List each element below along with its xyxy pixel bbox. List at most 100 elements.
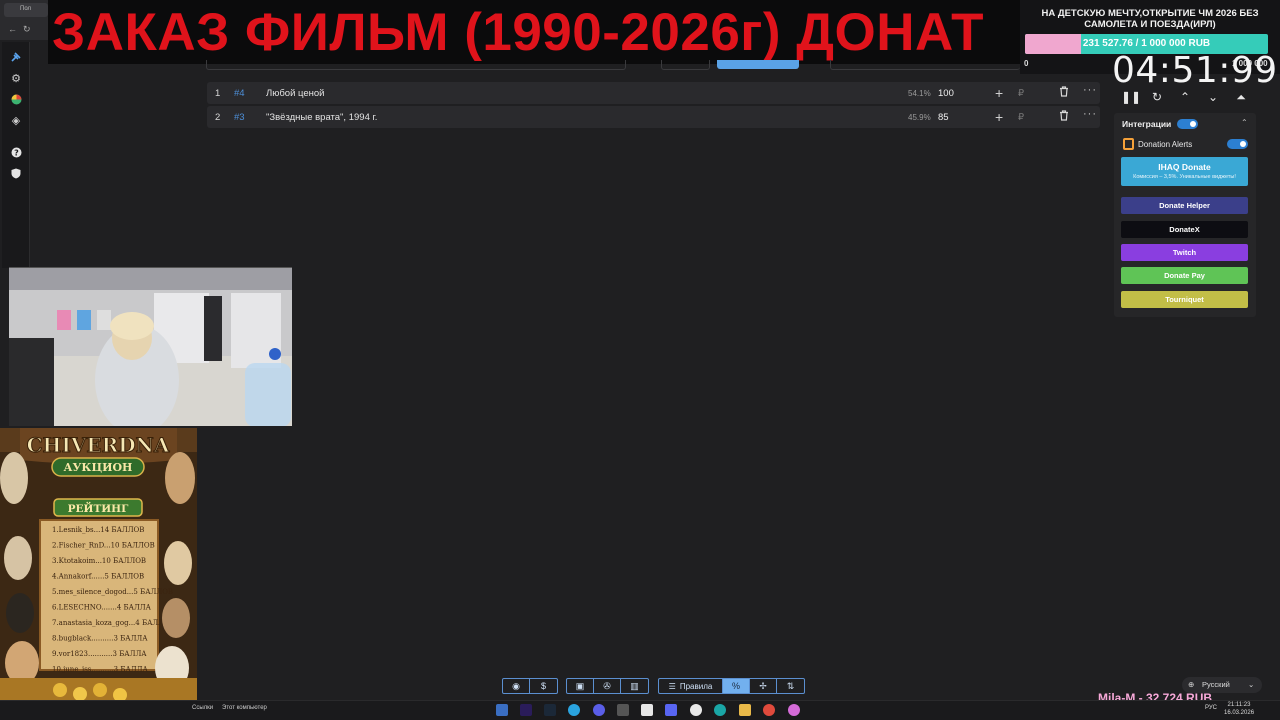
tourniquet-button[interactable]: Tourniquet [1121, 291, 1248, 308]
ranking-entry: 8.bugblack..........3 БАЛЛА [52, 635, 148, 643]
auction-icon[interactable] [9, 50, 23, 64]
lot-id: #4 [234, 88, 245, 99]
percent-button[interactable]: % [723, 679, 750, 693]
iq-donate-button[interactable]: IHAQ Donate Комиссия – 3,5%. Уникальные … [1121, 157, 1248, 186]
webcam-feed [9, 267, 292, 426]
more-icon[interactable]: ··· [1083, 108, 1097, 120]
chrome-icon[interactable] [763, 704, 775, 716]
lot-index: 2 [215, 112, 221, 123]
donatex-button[interactable]: DonateX [1121, 221, 1248, 238]
help-icon[interactable]: ? [9, 145, 23, 159]
browser-tab[interactable]: Пол [4, 3, 48, 17]
discord-icon[interactable] [665, 704, 677, 716]
overlay-rating-label: РЕЙТИНГ [68, 500, 129, 515]
lot-row[interactable]: 1 #4 Любой ценой 54.1% 100 + ₽ ··· [207, 82, 1100, 104]
integrations-toggle[interactable] [1177, 119, 1198, 129]
amount-input[interactable] [661, 60, 710, 70]
chevron-down-icon[interactable]: ⌄ [1205, 90, 1221, 106]
calculator-icon[interactable] [496, 704, 508, 716]
rules-label: Правила [679, 681, 713, 691]
banner-title: ЗАКАЗ ФИЛЬМ (1990-2026г) ДОНАТ [52, 3, 985, 62]
donate-pay-button[interactable]: Donate Pay [1121, 267, 1248, 284]
goal-amount: 231 527.76 / 1 000 000 RUB [1082, 38, 1211, 49]
github-icon[interactable]: ◉ [503, 679, 530, 693]
ranking-entry: 4.Annakorf......5 БАЛЛОВ [52, 573, 144, 581]
pin-icon[interactable]: ✇ [594, 679, 621, 693]
add-amount-icon[interactable]: + [995, 109, 1003, 125]
auction-timer: 04:51:99 [1112, 50, 1278, 91]
add-lot-button[interactable] [717, 60, 799, 69]
chevron-up-icon[interactable]: ⌃ [1177, 90, 1193, 106]
currency-label: ₽ [1018, 112, 1025, 123]
auction-rating-overlay: CHIVERDNA АУКЦИОН РЕЙТИНГ 1.Lesnik_bs...… [0, 428, 197, 706]
clock-date: 16.03.2026 [1224, 710, 1255, 716]
lot-name[interactable]: "Звёздные врата", 1994 г. [266, 112, 377, 123]
toolbar-group-links: ◉ $ [502, 678, 558, 694]
trash-icon[interactable] [1059, 110, 1069, 121]
system-clock[interactable]: 21:11:23 16.03.2026 [1224, 701, 1254, 717]
lot-row[interactable]: 2 #3 "Звёздные врата", 1994 г. 45.9% 85 … [207, 106, 1100, 128]
input-language[interactable]: РУС [1205, 705, 1217, 711]
steam-icon[interactable] [544, 704, 556, 716]
sort-icon[interactable]: ⇅ [777, 679, 804, 693]
goal-title: НА ДЕТСКУЮ МЕЧТУ,ОТКРЫТИЕ ЧМ 2026 БЕЗ СА… [1041, 8, 1259, 30]
lot-amount[interactable]: 100 [938, 88, 954, 99]
donation-alerts-label: Donation Alerts [1138, 140, 1193, 149]
donate-helper-button[interactable]: Donate Helper [1121, 197, 1248, 214]
layers-icon[interactable]: ◈ [9, 113, 23, 127]
lot-name[interactable]: Любой ценой [266, 88, 324, 99]
search-input[interactable] [206, 60, 626, 70]
links-label[interactable]: Ссылки [192, 705, 213, 711]
dollar-icon[interactable]: $ [530, 679, 557, 693]
computer-label[interactable]: Этот компьютер [222, 705, 267, 711]
rules-button[interactable]: ☰ Правила [659, 679, 723, 693]
lot-amount[interactable]: 85 [938, 112, 949, 123]
reload-icon[interactable]: ↻ [23, 24, 31, 35]
reset-icon[interactable]: ↻ [1149, 90, 1165, 106]
app-icon[interactable] [788, 704, 800, 716]
palette-icon[interactable] [9, 92, 23, 106]
currency-label: ₽ [1018, 88, 1025, 99]
premiere-icon[interactable] [520, 704, 532, 716]
app-sidebar: ⚙ ◈ ? [2, 42, 30, 268]
twitch-button[interactable]: Twitch [1121, 244, 1248, 261]
donation-alerts-icon [1123, 138, 1134, 150]
vpn-icon[interactable] [593, 704, 605, 716]
settings-icon[interactable] [617, 704, 629, 716]
add-amount-icon[interactable]: + [995, 85, 1003, 101]
overlay-brand: CHIVERDNA [27, 433, 170, 457]
save-icon[interactable]: ▣ [567, 679, 594, 693]
donation-alerts-toggle[interactable] [1227, 139, 1248, 149]
pause-icon[interactable]: ❚❚ [1121, 90, 1141, 106]
edge-icon[interactable] [714, 704, 726, 716]
collapse-icon[interactable]: ⌃ [1241, 118, 1248, 127]
ranking-entry: 3.Ktotakoim...10 БАЛЛОВ [52, 557, 146, 565]
trash-icon[interactable] [1059, 86, 1069, 97]
ranking-entry: 2.Fischer_RnD...10 БАЛЛОВ [52, 542, 155, 550]
back-icon[interactable]: ← [8, 24, 17, 34]
more-icon[interactable]: ··· [1083, 84, 1097, 96]
obs-icon[interactable] [690, 704, 702, 716]
integrations-title: Интеграции [1122, 119, 1172, 129]
ranking-entry: 10.june_iss..........3 БАЛЛА [52, 666, 148, 674]
explorer-icon[interactable] [739, 704, 751, 716]
clock-time: 21:11:23 [1227, 702, 1251, 708]
lot-percent: 54.1% [908, 89, 931, 98]
iq-donate-title: IHAQ Donate [1158, 162, 1211, 172]
gear-icon[interactable]: ⚙ [9, 71, 23, 85]
filter-input[interactable] [830, 60, 1020, 70]
ranking-entry: 9.vor1823...........3 БАЛЛА [52, 650, 147, 658]
move-icon[interactable]: ✢ [750, 679, 777, 693]
telegram-icon[interactable] [568, 704, 580, 716]
app-icon[interactable] [641, 704, 653, 716]
ranking-entry: 6.LESECHNO.......4 БАЛЛА [52, 604, 152, 612]
delete-icon[interactable]: ▥ [621, 679, 648, 693]
lot-percent: 45.9% [908, 113, 931, 122]
globe-icon: ⊕ [1188, 680, 1195, 689]
svg-text:?: ? [14, 148, 19, 157]
iq-donate-subtitle: Комиссия – 3,5%. Уникальные виджеты! [1133, 174, 1236, 180]
shield-icon[interactable] [9, 166, 23, 180]
lot-index: 1 [215, 88, 221, 99]
double-chevron-up-icon[interactable]: ⏶ [1233, 90, 1249, 106]
list-icon: ☰ [668, 681, 676, 691]
